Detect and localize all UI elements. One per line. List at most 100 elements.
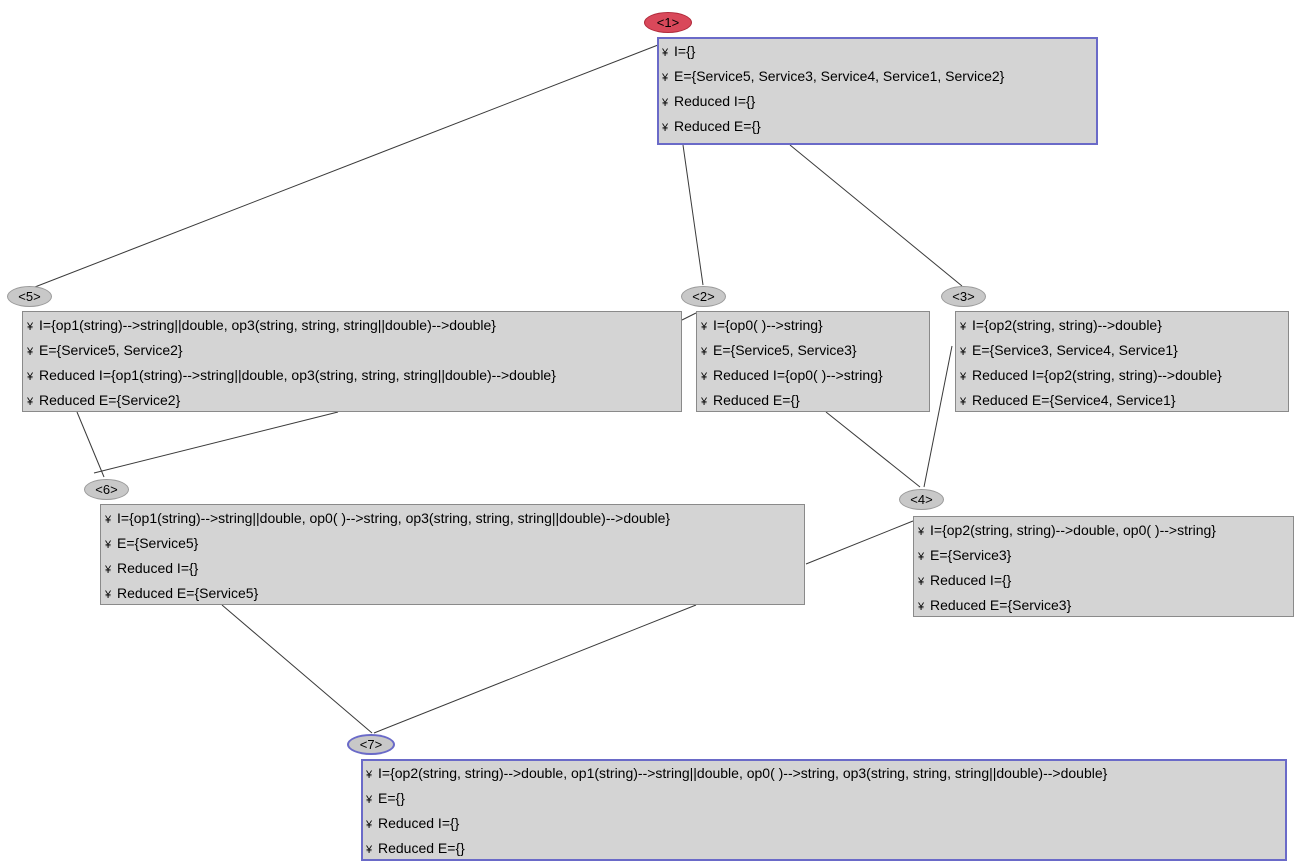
node-5-row-text: E={Service5, Service2} [39,342,183,358]
bullet-icon: ¥ [960,371,967,383]
node-7-row-text: Reduced I={} [378,815,460,831]
node-5-row: ¥ E={Service5, Service2} [27,340,677,365]
node-1-row: ¥ I={} [662,41,1093,66]
bullet-icon: ¥ [105,539,112,551]
node-4-row: ¥ Reduced E={Service3} [918,595,1289,620]
node-2-row-text: Reduced I={op0( )-->string} [713,367,883,383]
node-2-row: ¥ I={op0( )-->string} [701,315,925,340]
edge-2-6a [681,312,697,321]
node-5-box[interactable]: ¥ I={op1(string)-->string||double, op3(st… [22,311,682,412]
node-3-row-text: Reduced I={op2(string, string)-->double} [972,367,1222,383]
node-6-row-text: Reduced E={Service5} [117,585,259,601]
node-7-row: ¥ Reduced I={} [366,813,1282,838]
node-3-label[interactable]: <3> [941,286,986,307]
node-7-row: ¥ I={op2(string, string)-->double, op1(st… [366,763,1282,788]
node-6-row-text: I={op1(string)-->string||double, op0( )-… [117,510,671,526]
node-2-row-text: Reduced E={} [713,392,800,408]
bullet-icon: ¥ [918,551,925,563]
node-1-row: ¥ E={Service5, Service3, Service4, Servic… [662,66,1093,91]
node-1-box[interactable]: ¥ I={} ¥ E={Service5, Service3, Service4, S… [657,37,1098,145]
node-2-row: ¥ Reduced I={op0( )-->string} [701,365,925,390]
bullet-icon: ¥ [918,576,925,588]
node-2-row-text: E={Service5, Service3} [713,342,857,358]
node-4-row-text: Reduced I={} [930,572,1012,588]
bullet-icon: ¥ [366,819,373,831]
bullet-icon: ¥ [918,601,925,613]
bullet-icon: ¥ [701,321,708,333]
node-5-row: ¥ I={op1(string)-->string||double, op3(st… [27,315,677,340]
node-1-row-text: E={Service5, Service3, Service4, Service… [674,68,1005,84]
bullet-icon: ¥ [701,371,708,383]
bullet-icon: ¥ [105,514,112,526]
bullet-icon: ¥ [918,526,925,538]
node-5-row-text: I={op1(string)-->string||double, op3(str… [39,317,496,333]
node-6-row: ¥ Reduced E={Service5} [105,583,800,608]
node-1-row-text: Reduced I={} [674,93,756,109]
bullet-icon: ¥ [662,47,669,59]
bullet-icon: ¥ [366,794,373,806]
node-3-row-text: I={op2(string, string)-->double} [972,317,1162,333]
node-4-row-text: E={Service3} [930,547,1012,563]
node-2-row: ¥ E={Service5, Service3} [701,340,925,365]
bullet-icon: ¥ [366,769,373,781]
node-7-box[interactable]: ¥ I={op2(string, string)-->double, op1(st… [361,759,1287,861]
node-5-row: ¥ Reduced E={Service2} [27,390,677,415]
node-7-row-text: Reduced E={} [378,840,465,856]
node-6-row-text: Reduced I={} [117,560,199,576]
node-4-row: ¥ Reduced I={} [918,570,1289,595]
node-1-label[interactable]: <1> [644,12,692,33]
bullet-icon: ¥ [960,396,967,408]
node-5-label[interactable]: <5> [7,286,52,307]
bullet-icon: ¥ [27,321,34,333]
node-2-box[interactable]: ¥ I={op0( )-->string} ¥ E={Service5, Servic… [696,311,930,412]
edge-6-7 [221,604,373,734]
node-4-row-text: Reduced E={Service3} [930,597,1072,613]
node-4-label[interactable]: <4> [899,489,944,510]
bullet-icon: ¥ [366,844,373,856]
node-2-label[interactable]: <2> [681,286,726,307]
node-6-box[interactable]: ¥ I={op1(string)-->string||double, op0( )… [100,504,805,605]
edge-4-7b [373,604,697,734]
bullet-icon: ¥ [105,564,112,576]
node-2-row: ¥ Reduced E={} [701,390,925,415]
node-4-row: ¥ I={op2(string, string)-->double, op0( )… [918,520,1289,545]
node-4-row-text: I={op2(string, string)-->double, op0( )-… [930,522,1216,538]
node-7-row-text: E={} [378,790,405,806]
node-3-row: ¥ I={op2(string, string)-->double} [960,315,1284,340]
node-5-row-text: Reduced E={Service2} [39,392,181,408]
node-5-row: ¥ Reduced I={op1(string)-->string||double… [27,365,677,390]
node-6-row-text: E={Service5} [117,535,199,551]
edge-4-7a [805,520,914,565]
edge-1-2 [682,144,704,286]
node-6-row: ¥ E={Service5} [105,533,800,558]
node-4-box[interactable]: ¥ I={op2(string, string)-->double, op0( )… [913,516,1294,617]
edge-1-3 [789,144,963,287]
bullet-icon: ¥ [960,321,967,333]
node-1-row-text: I={} [674,43,696,59]
bullet-icon: ¥ [27,371,34,383]
bullet-icon: ¥ [662,72,669,84]
node-5-row-text: Reduced I={op1(string)-->string||double,… [39,367,556,383]
edge-1-5 [21,44,659,293]
node-3-row: ¥ Reduced E={Service4, Service1} [960,390,1284,415]
edge-layer [21,44,963,734]
node-3-row-text: E={Service3, Service4, Service1} [972,342,1178,358]
bullet-icon: ¥ [27,346,34,358]
node-6-label[interactable]: <6> [84,479,129,500]
node-7-row: ¥ E={} [366,788,1282,813]
node-7-label[interactable]: <7> [347,734,395,755]
node-6-row: ¥ Reduced I={} [105,558,800,583]
bullet-icon: ¥ [105,589,112,601]
node-3-row: ¥ E={Service3, Service4, Service1} [960,340,1284,365]
node-2-row-text: I={op0( )-->string} [713,317,823,333]
node-3-row-text: Reduced E={Service4, Service1} [972,392,1176,408]
node-3-box[interactable]: ¥ I={op2(string, string)-->double} ¥ E={Ser… [955,311,1289,412]
edge-5-6 [76,411,105,478]
node-1-row-text: Reduced E={} [674,118,761,134]
edge-2-4 [825,411,921,488]
bullet-icon: ¥ [27,396,34,408]
bullet-icon: ¥ [662,122,669,134]
node-3-row: ¥ Reduced I={op2(string, string)-->double… [960,365,1284,390]
bullet-icon: ¥ [701,396,708,408]
bullet-icon: ¥ [701,346,708,358]
